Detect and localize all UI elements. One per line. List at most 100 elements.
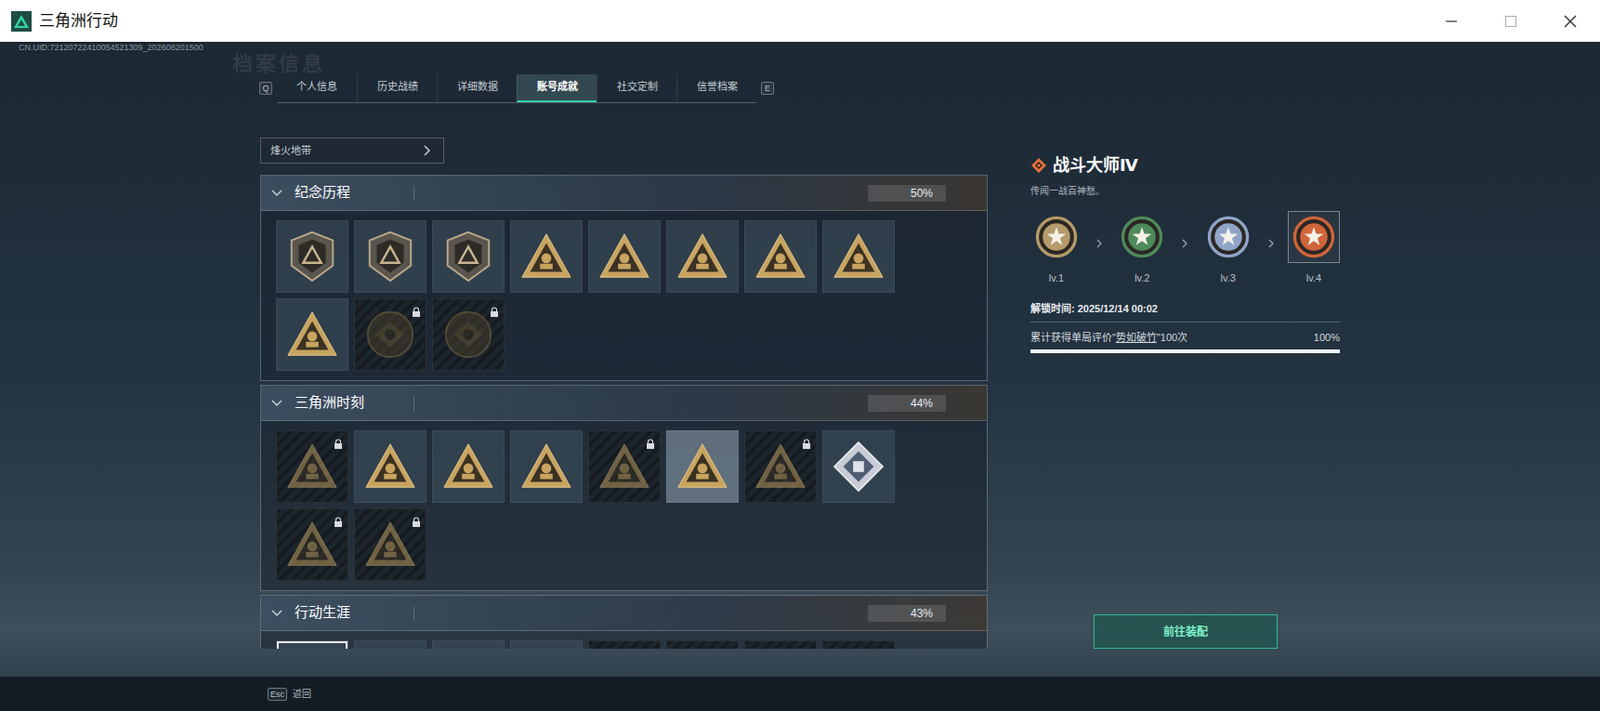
- window-controls: [1421, 0, 1600, 42]
- esc-key[interactable]: Esc: [267, 687, 288, 701]
- achievement-badge-icon: [675, 229, 730, 284]
- achievement-tile[interactable]: [744, 430, 817, 503]
- achievement-tile[interactable]: [822, 430, 895, 503]
- level-item[interactable]: lv.4: [1287, 210, 1340, 287]
- focus-outline: [354, 299, 426, 370]
- focus-outline: [823, 641, 894, 649]
- achievement-section: 行动生涯43%: [260, 594, 988, 649]
- achievement-tile[interactable]: [510, 220, 583, 293]
- achievement-tile[interactable]: [432, 220, 505, 293]
- achievement-tile[interactable]: [666, 430, 739, 503]
- achievement-tile[interactable]: [275, 640, 349, 649]
- achievement-badge-icon: [831, 439, 886, 494]
- achievement-tile[interactable]: [666, 640, 739, 649]
- achievement-tile[interactable]: [588, 430, 661, 503]
- achievement-tile[interactable]: [510, 640, 583, 649]
- achievement-tile[interactable]: [432, 298, 505, 371]
- next-tab-key[interactable]: E: [760, 81, 774, 95]
- achievement-tile[interactable]: [354, 298, 427, 371]
- section-percent: 44%: [867, 394, 946, 412]
- achievement-tile[interactable]: [275, 508, 349, 581]
- achievement-tile[interactable]: [432, 430, 505, 503]
- achievement-badge-icon: [285, 439, 340, 494]
- rating-link[interactable]: 势如破竹: [1115, 331, 1157, 343]
- achievement-tile[interactable]: [744, 220, 817, 293]
- achievement-tile[interactable]: [510, 430, 583, 503]
- achievement-badge-icon: [519, 439, 574, 494]
- tab[interactable]: 详细数据: [436, 74, 517, 103]
- focus-outline: [354, 641, 426, 649]
- level-frame: [1287, 210, 1340, 263]
- level-frame: [1115, 210, 1168, 263]
- badge-grid: [261, 630, 987, 649]
- mode-dropdown[interactable]: 烽火地带: [260, 137, 445, 164]
- achievement-tile[interactable]: [822, 640, 895, 649]
- achievement-tile[interactable]: [822, 220, 895, 293]
- lock-indicator: [723, 643, 734, 649]
- section-header[interactable]: 纪念历程50%: [261, 175, 987, 211]
- prev-tab-key[interactable]: Q: [259, 81, 273, 95]
- footer-bar: Esc 返回: [0, 676, 1600, 711]
- lock-indicator: [489, 301, 499, 313]
- maximize-icon: [1504, 14, 1518, 28]
- achievement-tile[interactable]: [275, 220, 349, 293]
- tab-strip: 个人信息历史战绩详细数据账号成就社交定制信誉档案: [276, 74, 757, 104]
- header-divider: [413, 605, 415, 621]
- lock-indicator: [645, 643, 656, 649]
- focus-outline: [667, 641, 738, 649]
- section-title: 纪念历程: [294, 182, 414, 204]
- achievement-diamond-icon: [1030, 157, 1048, 174]
- level-arrow: [1267, 233, 1275, 252]
- achievement-tile[interactable]: [354, 430, 427, 503]
- section-header[interactable]: 三角洲时刻44%: [261, 385, 987, 421]
- arrow-right-icon: [1267, 238, 1275, 249]
- equip-button[interactable]: 前往装配: [1093, 614, 1278, 649]
- achievement-badge-icon: [597, 439, 652, 494]
- level-item[interactable]: lv.2: [1115, 210, 1168, 287]
- tab[interactable]: 社交定制: [596, 74, 677, 103]
- locked-overlay: [745, 641, 816, 649]
- focus-outline: [276, 431, 348, 502]
- focus-outline: [823, 221, 894, 292]
- achievement-tile[interactable]: [666, 220, 739, 293]
- progress-track: [1030, 349, 1340, 354]
- achievement-tile[interactable]: [354, 220, 427, 293]
- achievement-detail: 战斗大师Ⅳ传闻一战百神愁。lv.1lv.2lv.3lv.4解锁时间: 2025/…: [1030, 137, 1340, 649]
- achievement-tile[interactable]: [275, 298, 349, 371]
- app-logo-icon: [11, 11, 32, 32]
- level-label: lv.3: [1219, 270, 1235, 287]
- tab[interactable]: 个人信息: [276, 74, 357, 103]
- requirement-row: 累计获得单局评价"势如破竹"100次100%: [1030, 329, 1340, 346]
- tab[interactable]: 账号成就: [516, 74, 597, 103]
- focus-outline: [276, 509, 348, 580]
- achievement-tile[interactable]: [744, 640, 817, 649]
- close-button[interactable]: [1540, 0, 1600, 42]
- achievement-badge-icon: [441, 439, 496, 494]
- focus-outline: [589, 641, 660, 649]
- lock-icon: [411, 516, 421, 527]
- back-label[interactable]: 返回: [292, 686, 312, 701]
- achievement-tile[interactable]: [432, 640, 505, 649]
- achievement-tile[interactable]: [588, 640, 661, 649]
- level-item[interactable]: lv.3: [1202, 210, 1255, 287]
- tab[interactable]: 历史战绩: [356, 74, 437, 103]
- achievement-tile[interactable]: [354, 640, 427, 649]
- collapse-chevron-icon: [270, 186, 284, 200]
- achievement-tile[interactable]: [354, 508, 427, 581]
- requirement-text: 累计获得单局评价"势如破竹"100次: [1030, 329, 1188, 346]
- achievement-badge-icon: [753, 439, 808, 494]
- achievement-tile[interactable]: [588, 220, 661, 293]
- focus-outline: [276, 221, 348, 292]
- achievement-badge-icon: [831, 229, 886, 284]
- progress-fill: [1030, 349, 1340, 354]
- focus-outline: [432, 641, 504, 649]
- achievement-tile[interactable]: [275, 430, 349, 503]
- focus-outline: [511, 431, 582, 502]
- lock-indicator: [333, 433, 343, 445]
- maximize-button[interactable]: [1481, 0, 1541, 42]
- level-item[interactable]: lv.1: [1030, 210, 1083, 287]
- minimize-button[interactable]: [1421, 0, 1482, 42]
- section-header[interactable]: 行动生涯43%: [261, 595, 987, 631]
- tab[interactable]: 信誉档案: [676, 74, 757, 103]
- lock-indicator: [801, 643, 812, 649]
